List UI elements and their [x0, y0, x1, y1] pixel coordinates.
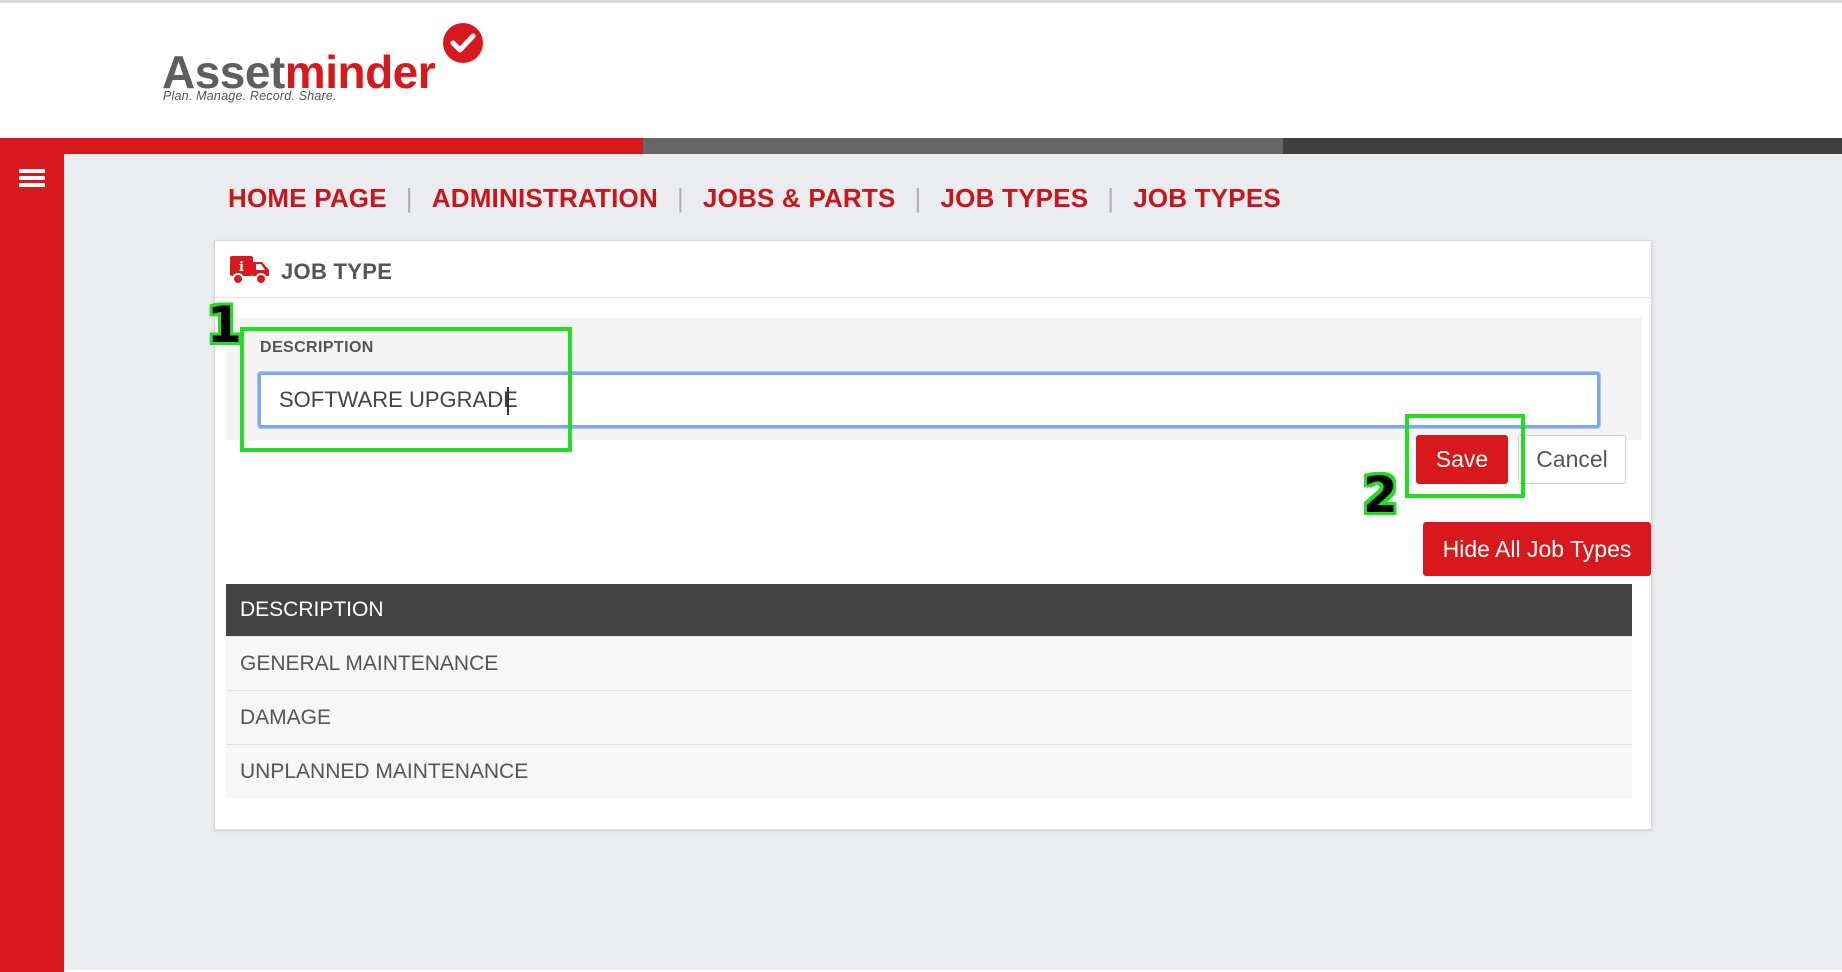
hamburger-menu-icon[interactable] [19, 167, 45, 189]
assetminder-logo[interactable]: Assetminder Plan. Manage. Record. Share. [162, 21, 502, 121]
truck-icon: i [229, 252, 271, 286]
card-header: i JOB TYPE [215, 241, 1651, 298]
svg-text:i: i [239, 260, 244, 275]
step-1-number: 1 [207, 296, 242, 354]
breadcrumb-jobs-parts[interactable]: JOBS & PARTS [703, 183, 896, 214]
step-2-number: 2 [1363, 466, 1398, 524]
header-band-dark [1283, 138, 1842, 154]
logo-tagline: Plan. Manage. Record. Share. [163, 89, 337, 103]
sidebar [0, 154, 64, 972]
breadcrumb-separator: | [914, 182, 922, 213]
card-title: JOB TYPE [281, 259, 393, 284]
breadcrumb-administration[interactable]: ADMINISTRATION [432, 183, 658, 214]
app-window: Assetminder Plan. Manage. Record. Share.… [0, 0, 1842, 972]
breadcrumb-home-page[interactable]: HOME PAGE [228, 183, 387, 214]
breadcrumb-job-types[interactable]: JOB TYPES [941, 183, 1089, 214]
cancel-button[interactable]: Cancel [1518, 435, 1626, 484]
breadcrumb-separator: | [405, 182, 413, 213]
table-row[interactable]: UNPLANNED MAINTENANCE [226, 744, 1632, 798]
header: Assetminder Plan. Manage. Record. Share. [0, 3, 1842, 138]
breadcrumb-separator: | [1107, 182, 1115, 213]
breadcrumb: HOME PAGE | ADMINISTRATION | JOBS & PART… [228, 181, 1281, 215]
hide-all-job-types-button[interactable]: Hide All Job Types [1423, 522, 1651, 576]
step-2-highlight [1405, 414, 1525, 498]
header-band-red [0, 138, 643, 154]
breadcrumb-job-types-current[interactable]: JOB TYPES [1133, 183, 1281, 214]
checkmark-icon [443, 23, 483, 63]
header-band-grey [643, 138, 1283, 154]
table-row[interactable]: DAMAGE [226, 690, 1632, 744]
table-row[interactable]: GENERAL MAINTENANCE [226, 636, 1632, 690]
breadcrumb-separator: | [676, 182, 684, 213]
table-header-description[interactable]: DESCRIPTION [226, 584, 1632, 636]
step-1-highlight [240, 327, 572, 452]
job-types-table: DESCRIPTION GENERAL MAINTENANCE DAMAGE U… [226, 584, 1632, 798]
